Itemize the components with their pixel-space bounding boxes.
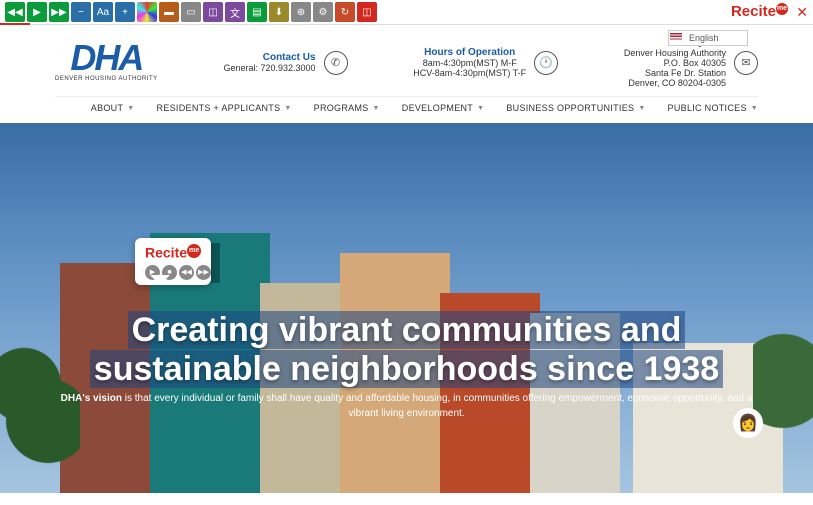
minus-icon[interactable]: − <box>71 2 91 22</box>
hero-section: Reciteme ▶ ■ ◀◀ ▶▶ Creating vibrant comm… <box>0 123 813 493</box>
mail-line4: Denver, CO 80204-0305 <box>624 78 726 88</box>
hero-subtitle: DHA's vision is that every individual or… <box>0 391 813 421</box>
nav-label: RESIDENTS + APPLICANTS <box>157 103 281 113</box>
contact-title: Contact Us <box>223 52 315 63</box>
guide-icon[interactable]: ◫ <box>357 2 377 22</box>
mail-line3: Santa Fe Dr. Station <box>624 68 726 78</box>
translate-icon[interactable]: 文 <box>225 2 245 22</box>
download-icon[interactable]: ⬇ <box>269 2 289 22</box>
nav-residents[interactable]: RESIDENTS + APPLICANTS▼ <box>157 103 292 113</box>
font-icon[interactable]: Aa <box>93 2 113 22</box>
plus-icon[interactable]: + <box>115 2 135 22</box>
nav-label: PUBLIC NOTICES <box>668 103 747 113</box>
color-wheel-icon[interactable] <box>137 2 157 22</box>
language-label: English <box>689 33 719 43</box>
dictionary-icon[interactable]: ◫ <box>203 2 223 22</box>
hero-sub-bold: DHA's vision <box>61 393 122 404</box>
site-logo[interactable]: DHA DENVER HOUSING AUTHORITY <box>55 43 158 82</box>
reset-icon[interactable]: ↻ <box>335 2 355 22</box>
mail-icon[interactable]: ✉ <box>734 51 758 75</box>
chevron-down-icon: ▼ <box>477 105 484 112</box>
hours-line2: HCV-8am-4:30pm(MST) T-F <box>413 68 526 78</box>
chevron-down-icon: ▼ <box>127 105 134 112</box>
chevron-down-icon: ▼ <box>751 105 758 112</box>
nav-label: PROGRAMS <box>314 103 369 113</box>
nav-development[interactable]: DEVELOPMENT ▼ <box>402 103 485 113</box>
nav-label: ABOUT <box>91 103 124 113</box>
chat-avatar[interactable]: 👩 <box>733 408 763 438</box>
text-mode-icon[interactable]: ▤ <box>247 2 267 22</box>
widget-brand: Reciteme <box>145 244 201 261</box>
widget-rewind-icon[interactable]: ◀◀ <box>179 265 194 280</box>
nav-about[interactable]: ABOUT▼ <box>91 103 135 113</box>
recite-brand: Reciteme <box>731 3 788 20</box>
widget-brand-dot: me <box>187 244 201 258</box>
site-header: English DHA DENVER HOUSING AUTHORITY Con… <box>0 25 813 123</box>
nav-label: BUSINESS OPPORTUNITIES <box>506 103 634 113</box>
hours-title: Hours of Operation <box>413 47 526 58</box>
hero-title-line2: sustainable neighborhoods since 1938 <box>90 350 723 388</box>
hours-block: Hours of Operation 8am-4:30pm(MST) M-F H… <box>413 47 558 78</box>
contact-phone: General: 720.932.3000 <box>223 63 315 73</box>
nav-notices[interactable]: PUBLIC NOTICES ▼ <box>668 103 758 113</box>
play-icon[interactable]: ▶ <box>27 2 47 22</box>
recite-widget[interactable]: Reciteme ▶ ■ ◀◀ ▶▶ <box>135 238 211 285</box>
clock-icon[interactable]: 🕐 <box>534 51 558 75</box>
widget-brand-red: Recite <box>145 245 187 261</box>
main-nav: ABOUT▼ RESIDENTS + APPLICANTS▼ PROGRAMS▼… <box>55 96 758 123</box>
chevron-down-icon: ▼ <box>638 105 645 112</box>
ruler-icon[interactable]: ▬ <box>159 2 179 22</box>
mail-line1: Denver Housing Authority <box>624 48 726 58</box>
widget-play-icon[interactable]: ▶ <box>145 265 160 280</box>
hero-title-line1: Creating vibrant communities and <box>128 311 686 349</box>
rewind-icon[interactable]: ◀◀ <box>5 2 25 22</box>
toolbar-buttons: ◀◀ ▶ ▶▶ − Aa + ▬ ▭ ◫ 文 ▤ ⬇ ⊕ ⚙ ↻ ◫ <box>5 2 377 22</box>
magnify-icon[interactable]: ⊕ <box>291 2 311 22</box>
hero-title: Creating vibrant communities and sustain… <box>0 311 813 389</box>
close-icon[interactable]: ✕ <box>796 4 808 21</box>
forward-icon[interactable]: ▶▶ <box>49 2 69 22</box>
brand-dot: me <box>776 3 788 15</box>
nav-programs[interactable]: PROGRAMS ▼ <box>314 103 380 113</box>
flag-icon <box>670 33 682 41</box>
widget-forward-icon[interactable]: ▶▶ <box>196 265 211 280</box>
hours-line1: 8am-4:30pm(MST) M-F <box>413 58 526 68</box>
nav-business[interactable]: BUSINESS OPPORTUNITIES ▼ <box>506 103 645 113</box>
logo-subtitle: DENVER HOUSING AUTHORITY <box>55 76 158 82</box>
widget-controls: ▶ ■ ◀◀ ▶▶ <box>145 265 211 280</box>
accessibility-toolbar: ◀◀ ▶ ▶▶ − Aa + ▬ ▭ ◫ 文 ▤ ⬇ ⊕ ⚙ ↻ ◫ Recit… <box>0 0 813 25</box>
chevron-down-icon: ▼ <box>373 105 380 112</box>
logo-text: DHA <box>55 43 158 74</box>
settings-icon[interactable]: ⚙ <box>313 2 333 22</box>
widget-stop-icon[interactable]: ■ <box>162 265 177 280</box>
mask-icon[interactable]: ▭ <box>181 2 201 22</box>
nav-label: DEVELOPMENT <box>402 103 473 113</box>
brand-red-text: Recite <box>731 3 776 20</box>
chevron-down-icon: ▼ <box>284 105 291 112</box>
phone-icon[interactable]: ✆ <box>324 51 348 75</box>
contact-block: Contact Us General: 720.932.3000 ✆ <box>223 51 347 75</box>
header-top-row: DHA DENVER HOUSING AUTHORITY Contact Us … <box>55 25 758 96</box>
mail-line2: P.O. Box 40305 <box>624 58 726 68</box>
hero-sub-text: is that every individual or family shall… <box>122 393 752 419</box>
